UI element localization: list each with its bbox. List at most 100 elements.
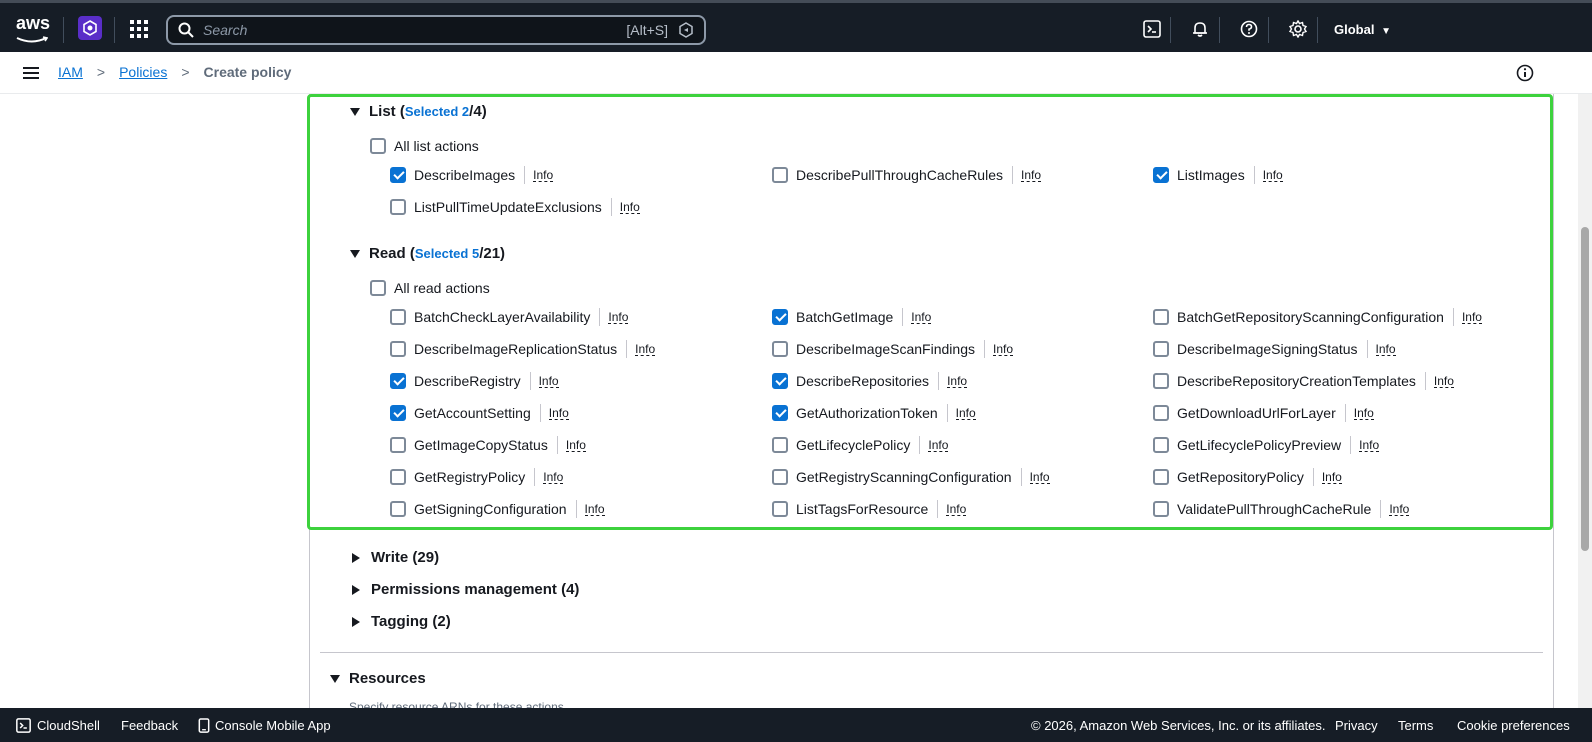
action-checkbox-getlifecyclepolicypreview[interactable]: GetLifecyclePolicyPreview Info (1153, 436, 1380, 454)
action-checkbox-describepullthroughcacherules[interactable]: DescribePullThroughCacheRules Info (772, 166, 1042, 184)
service-badge-icon[interactable] (78, 16, 102, 40)
breadcrumb-iam-link[interactable]: IAM (58, 64, 83, 80)
info-link[interactable]: Info (599, 308, 629, 326)
info-link[interactable]: Info (529, 372, 559, 390)
info-link[interactable]: Info (524, 166, 554, 184)
checkbox[interactable] (390, 341, 406, 357)
info-link[interactable]: Info (1380, 500, 1410, 518)
cloudshell-icon[interactable] (1141, 18, 1163, 40)
aws-logo[interactable]: aws (16, 14, 50, 43)
region-selector[interactable]: Global ▼ (1334, 22, 1391, 37)
all-read-actions-checkbox[interactable]: All read actions (370, 280, 490, 296)
action-checkbox-listimages[interactable]: ListImages Info (1153, 166, 1283, 184)
info-link[interactable]: Info (1020, 468, 1050, 486)
action-checkbox-getlifecyclepolicy[interactable]: GetLifecyclePolicy Info (772, 436, 949, 454)
action-checkbox-batchchecklayeravailability[interactable]: BatchCheckLayerAvailability Info (390, 308, 629, 326)
action-checkbox-getregistrypolicy[interactable]: GetRegistryPolicy Info (390, 468, 564, 486)
write-section-header[interactable]: Write (29) (350, 549, 439, 566)
notifications-bell-icon[interactable] (1189, 18, 1211, 40)
info-link[interactable]: Info (1312, 468, 1342, 486)
info-link[interactable]: Info (919, 436, 949, 454)
info-link[interactable]: Info (626, 340, 656, 358)
action-checkbox-describeimages[interactable]: DescribeImages Info (390, 166, 554, 184)
info-circle-icon[interactable] (1516, 64, 1534, 82)
search-input[interactable]: Search [Alt+S] (166, 15, 706, 45)
tagging-section-header[interactable]: Tagging (2) (350, 613, 451, 630)
list-section-header[interactable]: List (Selected 2/4) (350, 103, 487, 120)
checkbox[interactable] (390, 199, 406, 215)
scrollbar-thumb[interactable] (1581, 227, 1589, 551)
checkbox-checked[interactable] (772, 405, 788, 421)
checkbox[interactable] (390, 501, 406, 517)
checkbox[interactable] (772, 167, 788, 183)
info-link[interactable]: Info (1424, 372, 1454, 390)
action-checkbox-getauthorizationtoken[interactable]: GetAuthorizationToken Info (772, 404, 976, 422)
read-section-header[interactable]: Read (Selected 5/21) (350, 245, 505, 262)
console-mobile-app-link[interactable]: Console Mobile App (198, 718, 331, 733)
checkbox[interactable] (390, 309, 406, 325)
menu-hamburger-icon[interactable] (23, 67, 39, 79)
checkbox[interactable] (772, 437, 788, 453)
page-scrollbar[interactable] (1578, 94, 1592, 708)
action-checkbox-describerepositorycreationtemplates[interactable]: DescribeRepositoryCreationTemplates Info (1153, 372, 1454, 390)
action-checkbox-describeimagereplicationstatus[interactable]: DescribeImageReplicationStatus Info (390, 340, 656, 358)
info-link[interactable]: Info (946, 404, 976, 422)
checkbox[interactable] (1153, 469, 1169, 485)
action-checkbox-validatepullthroughcacherule[interactable]: ValidatePullThroughCacheRule Info (1153, 500, 1410, 518)
action-checkbox-getregistryscanningconfiguration[interactable]: GetRegistryScanningConfiguration Info (772, 468, 1050, 486)
info-link[interactable]: Info (534, 468, 564, 486)
checkbox[interactable] (1153, 437, 1169, 453)
privacy-link[interactable]: Privacy (1335, 718, 1378, 733)
checkbox[interactable] (390, 437, 406, 453)
checkbox[interactable] (370, 138, 386, 154)
info-link[interactable]: Info (556, 436, 586, 454)
checkbox-checked[interactable] (390, 405, 406, 421)
action-checkbox-getdownloadurlforlayer[interactable]: GetDownloadUrlForLayer Info (1153, 404, 1374, 422)
action-checkbox-describerepositories[interactable]: DescribeRepositories Info (772, 372, 968, 390)
action-checkbox-describeimagesigningstatus[interactable]: DescribeImageSigningStatus Info (1153, 340, 1396, 358)
action-checkbox-batchgetimage[interactable]: BatchGetImage Info (772, 308, 932, 326)
checkbox[interactable] (772, 501, 788, 517)
checkbox-checked[interactable] (390, 167, 406, 183)
checkbox-checked[interactable] (1153, 167, 1169, 183)
action-checkbox-batchgetrepositoryscanningconfiguration[interactable]: BatchGetRepositoryScanningConfiguration I… (1153, 308, 1482, 326)
services-grid-icon[interactable] (130, 20, 148, 38)
info-link[interactable]: Info (1452, 308, 1482, 326)
action-checkbox-describeimagescanfindings[interactable]: DescribeImageScanFindings Info (772, 340, 1013, 358)
info-link[interactable]: Info (575, 500, 605, 518)
checkbox-checked[interactable] (772, 309, 788, 325)
info-link[interactable]: Info (938, 372, 968, 390)
checkbox[interactable] (772, 469, 788, 485)
checkbox[interactable] (772, 341, 788, 357)
checkbox[interactable] (1153, 373, 1169, 389)
action-checkbox-listtagsforresource[interactable]: ListTagsForResource Info (772, 500, 967, 518)
info-link[interactable]: Info (1012, 166, 1042, 184)
checkbox[interactable] (1153, 309, 1169, 325)
action-checkbox-getimagecopystatus[interactable]: GetImageCopyStatus Info (390, 436, 586, 454)
action-checkbox-getaccountsetting[interactable]: GetAccountSetting Info (390, 404, 569, 422)
read-selected-count[interactable]: Selected 5 (415, 246, 479, 261)
checkbox[interactable] (1153, 405, 1169, 421)
info-link[interactable]: Info (983, 340, 1013, 358)
checkbox[interactable] (370, 280, 386, 296)
breadcrumb-policies-link[interactable]: Policies (119, 64, 167, 80)
action-checkbox-getrepositorypolicy[interactable]: GetRepositoryPolicy Info (1153, 468, 1342, 486)
feedback-link[interactable]: Feedback (121, 718, 178, 733)
info-link[interactable]: Info (937, 500, 967, 518)
permissions-management-section-header[interactable]: Permissions management (4) (350, 581, 579, 598)
cloudshell-link[interactable]: CloudShell (16, 718, 100, 733)
info-link[interactable]: Info (610, 198, 640, 216)
info-link[interactable]: Info (1344, 404, 1374, 422)
checkbox[interactable] (1153, 341, 1169, 357)
info-link[interactable]: Info (539, 404, 569, 422)
checkbox-checked[interactable] (772, 373, 788, 389)
info-link[interactable]: Info (1253, 166, 1283, 184)
checkbox-checked[interactable] (390, 373, 406, 389)
info-link[interactable]: Info (902, 308, 932, 326)
checkbox[interactable] (390, 469, 406, 485)
resources-section-header[interactable]: Resources (330, 670, 426, 687)
info-link[interactable]: Info (1350, 436, 1380, 454)
cookie-preferences-link[interactable]: Cookie preferences (1457, 718, 1570, 733)
settings-gear-icon[interactable] (1287, 18, 1309, 40)
info-link[interactable]: Info (1366, 340, 1396, 358)
